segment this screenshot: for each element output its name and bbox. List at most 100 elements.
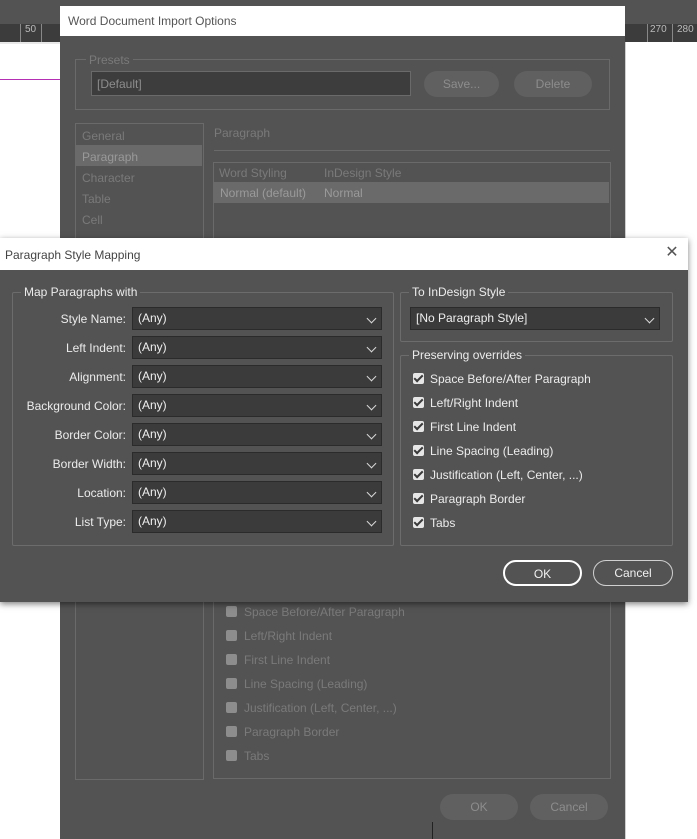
checkmark-icon	[413, 516, 424, 527]
justification-checkbox[interactable]	[413, 468, 424, 480]
first-line-indent-label: First Line Indent	[430, 420, 517, 434]
paragraph-border-label: Paragraph Border	[430, 492, 526, 506]
dialog-title: Word Document Import Options	[68, 14, 237, 28]
chevron-down-icon	[644, 313, 655, 324]
left-right-indent-checkbox[interactable]	[413, 396, 424, 408]
checkbox[interactable]	[226, 606, 237, 617]
checkbox[interactable]	[226, 726, 237, 737]
cursor-line	[432, 822, 433, 839]
override-label: Left/Right Indent	[244, 629, 333, 643]
bg-ok-button[interactable]: OK	[440, 794, 518, 820]
checkmark-icon	[413, 492, 424, 503]
column-header-indesign: InDesign Style	[324, 166, 402, 180]
location-select[interactable]: (Any)	[132, 481, 382, 504]
checkmark-icon	[413, 420, 424, 431]
checkbox[interactable]	[226, 630, 237, 641]
checkbox[interactable]	[226, 750, 237, 761]
tabs-label: Tabs	[430, 516, 456, 530]
space-before-after-label: Space Before/After Paragraph	[430, 372, 591, 386]
tabs-checkbox[interactable]	[413, 516, 424, 528]
page-edge	[0, 42, 60, 44]
border-color-label: Border Color:	[54, 428, 126, 442]
override-label: Paragraph Border	[244, 725, 340, 739]
background-color-select[interactable]: (Any)	[132, 394, 382, 417]
paragraph-border-checkbox[interactable]	[413, 492, 424, 504]
border-width-label: Border Width:	[52, 457, 126, 471]
checkbox[interactable]	[226, 654, 237, 665]
nav-item-paragraph[interactable]: Paragraph	[82, 150, 138, 164]
border-width-select[interactable]: (Any)	[132, 452, 382, 475]
select-value: (Any)	[138, 398, 167, 412]
first-line-indent-checkbox[interactable]	[413, 420, 424, 432]
list-type-select[interactable]: (Any)	[132, 510, 382, 533]
ruler-label: 270	[650, 24, 667, 35]
section-title: Paragraph	[214, 126, 271, 140]
alignment-select[interactable]: (Any)	[132, 365, 382, 388]
override-label: Tabs	[244, 749, 270, 763]
ok-button[interactable]: OK	[503, 560, 582, 586]
select-value: (Any)	[138, 369, 167, 383]
section-divider	[214, 150, 610, 151]
line-spacing-label: Line Spacing (Leading)	[430, 444, 554, 458]
margin-guide	[0, 79, 60, 80]
checkbox[interactable]	[226, 702, 237, 713]
cancel-button[interactable]: Cancel	[593, 560, 673, 586]
ruler-tick	[41, 24, 42, 42]
checkmark-icon	[413, 444, 424, 455]
indesign-style-select[interactable]: [No Paragraph Style]	[410, 307, 660, 330]
override-label: Justification (Left, Center, ...)	[244, 701, 397, 715]
checkbox[interactable]	[226, 678, 237, 689]
nav-item-table[interactable]: Table	[82, 192, 111, 206]
preset-select[interactable]: [Default]	[91, 71, 411, 96]
background-color-label: Background Color:	[26, 399, 126, 413]
chevron-down-icon	[366, 371, 377, 382]
chevron-down-icon	[366, 313, 377, 324]
bg-cancel-button[interactable]: Cancel	[530, 794, 608, 820]
preserving-overrides-label: Preserving overrides	[409, 348, 526, 362]
ruler-tick	[20, 24, 21, 42]
override-label: Line Spacing (Leading)	[244, 677, 368, 691]
checkmark-icon	[413, 468, 424, 479]
row-word-style: Normal (default)	[220, 186, 307, 200]
column-header-word: Word Styling	[219, 166, 287, 180]
line-spacing-checkbox[interactable]	[413, 444, 424, 456]
preset-value: [Default]	[97, 77, 142, 91]
select-value: (Any)	[138, 456, 167, 470]
border-color-select[interactable]: (Any)	[132, 423, 382, 446]
chevron-down-icon	[366, 458, 377, 469]
ruler-label: 280	[677, 24, 694, 35]
space-before-after-checkbox[interactable]	[413, 372, 424, 384]
chevron-down-icon	[366, 487, 377, 498]
override-label: Space Before/After Paragraph	[244, 605, 405, 619]
select-value: (Any)	[138, 485, 167, 499]
select-value: (Any)	[138, 340, 167, 354]
nav-item-character[interactable]: Character	[82, 171, 135, 185]
close-icon[interactable]: ✕	[664, 245, 680, 261]
chevron-down-icon	[366, 342, 377, 353]
chevron-down-icon	[366, 400, 377, 411]
select-value: [No Paragraph Style]	[416, 311, 528, 325]
row-indesign-style: Normal	[324, 186, 363, 200]
paragraph-style-mapping-dialog: Paragraph Style Mapping ✕ Map Paragraphs…	[0, 238, 688, 602]
left-right-indent-label: Left/Right Indent	[430, 396, 519, 410]
override-label: First Line Indent	[244, 653, 331, 667]
delete-preset-button[interactable]: Delete	[514, 71, 592, 97]
dialog-title: Paragraph Style Mapping	[5, 248, 141, 262]
style-name-label: Style Name:	[60, 312, 126, 326]
to-indesign-style-label: To InDesign Style	[409, 285, 509, 299]
left-indent-label: Left Indent:	[65, 341, 126, 355]
nav-item-general[interactable]: General	[82, 129, 125, 143]
left-indent-select[interactable]: (Any)	[132, 336, 382, 359]
select-value: (Any)	[138, 311, 167, 325]
style-name-select[interactable]: (Any)	[132, 307, 382, 330]
save-preset-button[interactable]: Save...	[424, 71, 499, 97]
ruler-tick	[672, 24, 673, 42]
presets-label: Presets	[86, 53, 133, 67]
ruler-label: 50	[25, 24, 37, 35]
chevron-down-icon	[366, 429, 377, 440]
list-type-label: List Type:	[74, 515, 126, 529]
map-paragraphs-group	[12, 292, 394, 546]
chevron-down-icon	[366, 516, 377, 527]
nav-item-cell[interactable]: Cell	[82, 213, 103, 227]
select-value: (Any)	[138, 514, 167, 528]
